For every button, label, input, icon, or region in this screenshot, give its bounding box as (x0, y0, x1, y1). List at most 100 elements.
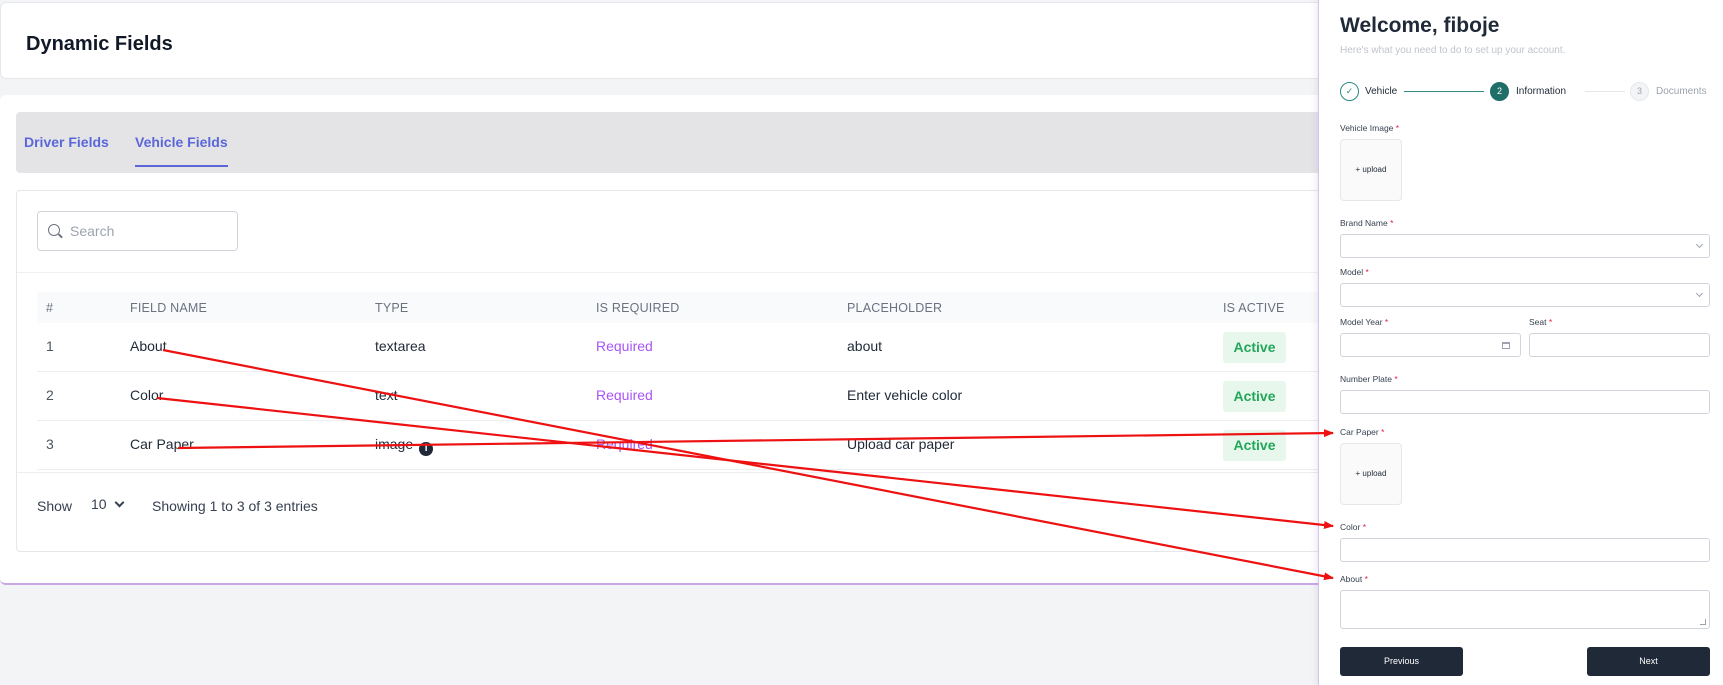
about-label: About * (1340, 574, 1368, 584)
label-text: Vehicle Image (1340, 123, 1394, 133)
field-placeholder: Upload car paper (847, 436, 955, 452)
vehicle-image-upload[interactable]: + upload (1340, 139, 1402, 201)
welcome-subtitle: Here's what you need to do to set up you… (1340, 45, 1566, 56)
search-icon (48, 224, 60, 236)
tab-vehicle-fields[interactable]: Vehicle Fields (135, 112, 228, 173)
required-status: Required (596, 387, 653, 403)
required-mark: * (1394, 374, 1398, 384)
divider (17, 272, 1331, 273)
table-row: 1 About textarea Required about Active (37, 323, 1331, 372)
resize-handle-icon[interactable] (1700, 619, 1706, 625)
required-mark: * (1381, 427, 1385, 437)
check-icon[interactable]: ✓ (1340, 82, 1359, 101)
car-paper-label: Car Paper * (1340, 427, 1384, 437)
table-row: 3 Car Paper image i Required Upload car p… (37, 421, 1331, 470)
main-card: Driver Fields Vehicle Fields # FIELD NAM… (0, 95, 1331, 585)
label-text: Model (1340, 267, 1364, 277)
page-size-select[interactable]: 10 (91, 496, 125, 512)
chevron-down-icon (114, 497, 125, 508)
step-label-documents: Documents (1656, 86, 1707, 97)
model-select[interactable] (1340, 283, 1710, 307)
divider (17, 472, 1331, 473)
search-box[interactable] (37, 211, 238, 251)
column-header-is-required: IS REQUIRED (596, 301, 680, 315)
page-title: Dynamic Fields (26, 33, 173, 55)
step-label-vehicle: Vehicle (1365, 86, 1398, 97)
required-mark: * (1390, 218, 1394, 228)
field-name: Car Paper (130, 436, 194, 452)
step-label-information: Information (1516, 86, 1567, 97)
welcome-title: Welcome, fiboje (1340, 14, 1500, 37)
model-year-label: Model Year * (1340, 317, 1388, 327)
stepper: ✓ Vehicle 2 Information 3 Documents (1340, 82, 1715, 102)
search-input[interactable] (70, 221, 230, 241)
required-mark: * (1395, 123, 1400, 133)
previous-button[interactable]: Previous (1340, 647, 1463, 676)
model-year-input[interactable] (1340, 333, 1521, 357)
setup-panel: Welcome, fiboje Here's what you need to … (1318, 0, 1723, 685)
field-placeholder: Enter vehicle color (847, 387, 963, 403)
info-icon[interactable]: i (419, 442, 434, 456)
page-size-value: 10 (91, 496, 107, 512)
show-label: Show (37, 498, 73, 514)
calendar-icon[interactable] (1502, 342, 1510, 349)
label-text: Model Year (1340, 317, 1383, 327)
header-card: Dynamic Fields (0, 2, 1330, 79)
row-number: 2 (46, 387, 54, 403)
label-text: Car Paper (1340, 427, 1379, 437)
field-type: image (375, 436, 414, 452)
chevron-down-icon (1695, 240, 1704, 249)
entries-info: Showing 1 to 3 of 3 entries (152, 498, 318, 514)
column-header-type: TYPE (375, 301, 409, 315)
step-connector (1404, 91, 1484, 92)
field-name: About (130, 338, 167, 354)
label-text: About (1340, 574, 1363, 584)
seat-input[interactable] (1529, 333, 1710, 357)
brand-name-select[interactable] (1340, 234, 1710, 258)
fields-table-card: # FIELD NAME TYPE IS REQUIRED PLACEHOLDE… (16, 190, 1331, 552)
field-type: text (375, 387, 398, 403)
active-badge[interactable]: Active (1223, 332, 1286, 363)
active-badge[interactable]: Active (1223, 430, 1286, 461)
field-placeholder: about (847, 338, 883, 354)
column-header-is-active: IS ACTIVE (1223, 301, 1285, 315)
chevron-down-icon (1695, 289, 1704, 298)
column-header-number: # (46, 301, 54, 315)
label-text: Seat (1529, 317, 1547, 327)
car-paper-upload[interactable]: + upload (1340, 443, 1402, 505)
row-number: 3 (46, 436, 54, 452)
field-type: textarea (375, 338, 426, 354)
column-header-field-name: FIELD NAME (130, 301, 208, 315)
table-row: 2 Color text Required Enter vehicle colo… (37, 372, 1331, 421)
table-header: # FIELD NAME TYPE IS REQUIRED PLACEHOLDE… (37, 292, 1331, 323)
required-status: Required (596, 338, 653, 354)
number-plate-label: Number Plate * (1340, 374, 1398, 384)
field-type-cell: image i (375, 436, 434, 456)
next-button[interactable]: Next (1587, 647, 1710, 676)
color-input[interactable] (1340, 538, 1710, 562)
tabs-bar: Driver Fields Vehicle Fields (16, 112, 1330, 173)
required-mark: * (1365, 267, 1369, 277)
tab-driver-fields[interactable]: Driver Fields (24, 112, 109, 173)
step-number[interactable]: 2 (1490, 82, 1509, 101)
active-badge[interactable]: Active (1223, 381, 1286, 412)
required-mark: * (1384, 317, 1389, 327)
required-mark: * (1364, 574, 1368, 584)
label-text: Number Plate (1340, 374, 1392, 384)
about-textarea[interactable] (1340, 590, 1710, 629)
label-text: Brand Name (1340, 218, 1388, 228)
column-header-placeholder: PLACEHOLDER (847, 301, 943, 315)
row-number: 1 (46, 338, 54, 354)
vehicle-image-label: Vehicle Image * (1340, 123, 1399, 133)
label-text: Color (1340, 522, 1361, 532)
required-mark: * (1362, 522, 1366, 532)
required-mark: * (1548, 317, 1553, 327)
brand-name-label: Brand Name * (1340, 218, 1393, 228)
step-connector (1585, 91, 1625, 92)
color-label: Color * (1340, 522, 1366, 532)
seat-label: Seat * (1529, 317, 1552, 327)
field-name: Color (130, 387, 164, 403)
number-plate-input[interactable] (1340, 390, 1710, 414)
step-number[interactable]: 3 (1630, 82, 1649, 101)
required-status: Required (596, 436, 653, 452)
